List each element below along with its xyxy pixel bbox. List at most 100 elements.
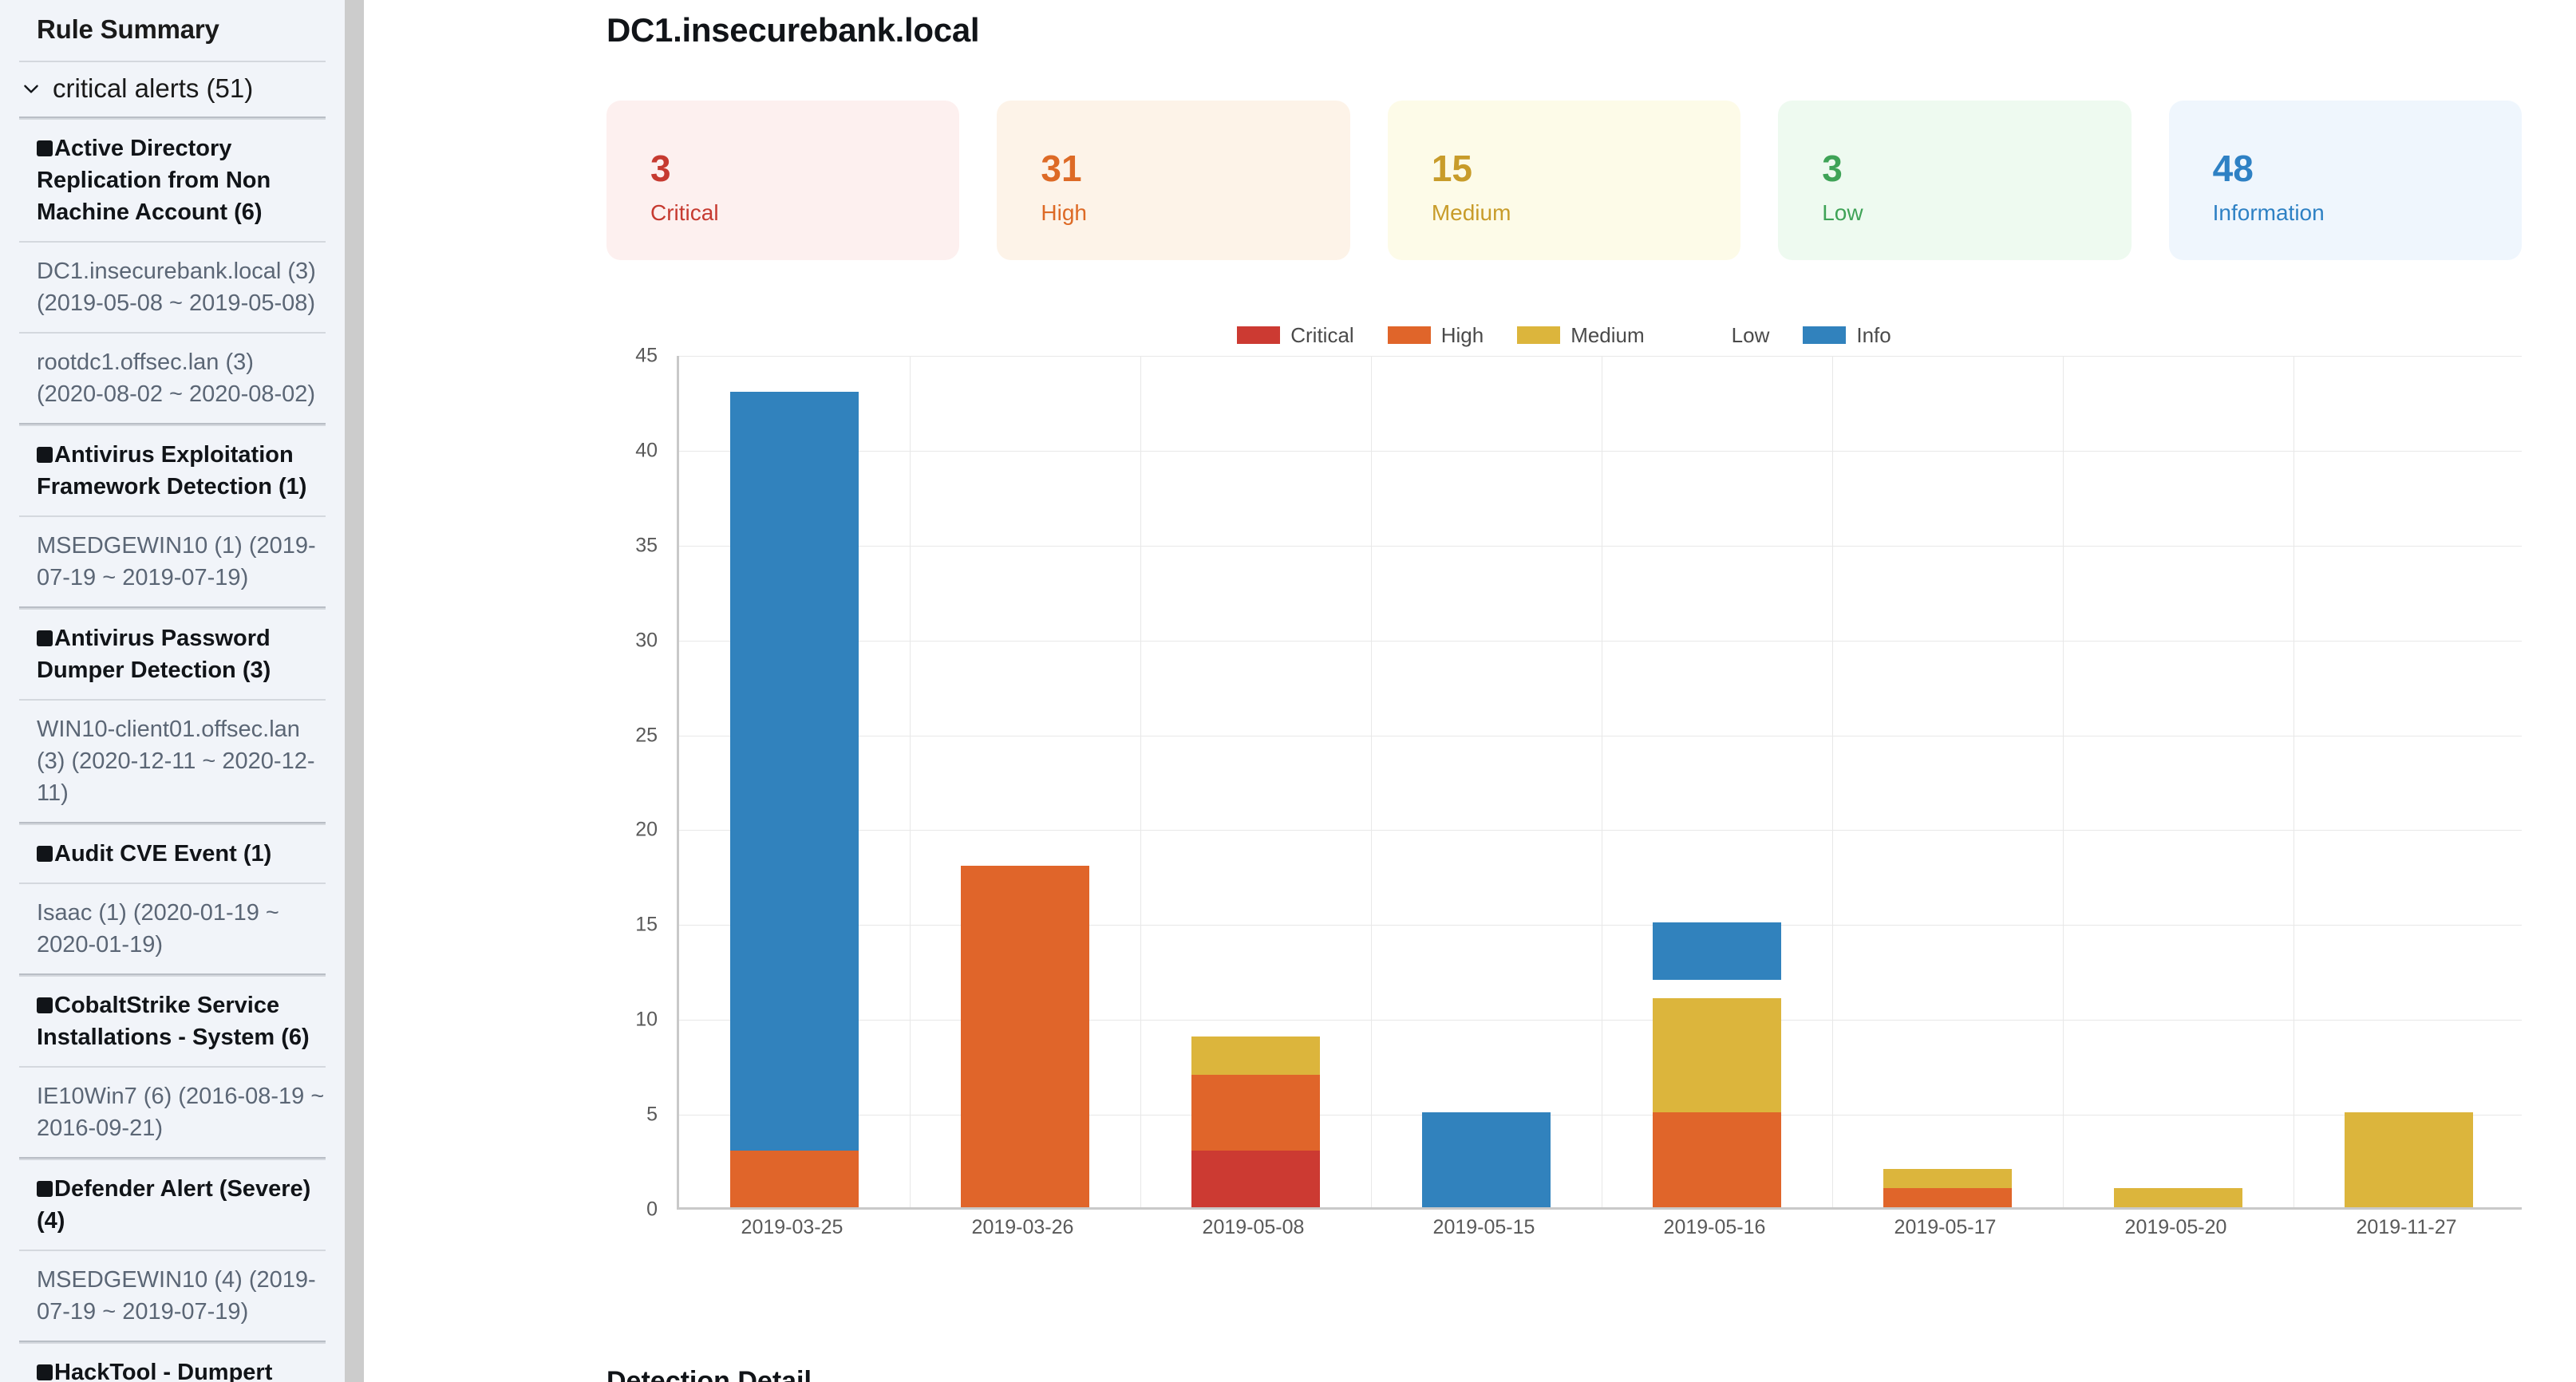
x-axis-tick-label: 2019-05-17 <box>1894 1216 1997 1238</box>
y-axis-tick-label: 35 <box>635 534 658 557</box>
stat-card-medium[interactable]: 15 Medium <box>1387 101 1741 260</box>
stacked-bar[interactable] <box>1421 1112 1551 1207</box>
stacked-bar[interactable] <box>1883 1131 2013 1207</box>
stacked-bar[interactable] <box>2344 1112 2474 1207</box>
stat-card-value: 3 <box>650 148 671 189</box>
square-bullet-icon <box>37 1181 53 1198</box>
sidebar-host-item[interactable]: rootdc1.offsec.lan (3) (2020-08-02 ~ 202… <box>19 334 326 423</box>
chevron-down-icon <box>21 78 41 99</box>
sidebar-host-item[interactable]: DC1.insecurebank.local (3) (2019-05-08 ~… <box>19 243 326 332</box>
stat-card-label: Low <box>1822 200 1863 225</box>
sidebar-rule-label: Active Directory Replication from Non Ma… <box>37 136 271 226</box>
x-axis-tick-label: 2019-05-08 <box>1202 1216 1305 1238</box>
y-axis-tick-label: 15 <box>635 913 658 936</box>
sidebar-entry-list: Active Directory Replication from Non Ma… <box>19 120 326 1382</box>
bar-segment-info[interactable] <box>729 391 859 1151</box>
sidebar-rule-label: HackTool - Dumpert Process Dumper Defaul… <box>54 1360 273 1382</box>
bar-segment-high[interactable] <box>729 1150 859 1207</box>
x-axis-tick-label: 2019-05-15 <box>1432 1216 1535 1238</box>
sidebar-host-item[interactable]: MSEDGEWIN10 (1) (2019-07-19 ~ 2019-07-19… <box>19 517 326 606</box>
sidebar-host-label: MSEDGEWIN10 (1) (2019-07-19 ~ 2019-07-19… <box>37 533 316 591</box>
chart-legend: Critical High Medium Low Info <box>606 319 2522 351</box>
sidebar-rule-item[interactable]: HackTool - Dumpert Process Dumper Defaul… <box>19 1344 326 1382</box>
legend-item-high[interactable]: High <box>1387 323 1484 348</box>
bar-segment-info[interactable] <box>1421 1112 1551 1207</box>
y-axis-tick-label: 25 <box>635 724 658 747</box>
sidebar-scrollbar[interactable] <box>345 0 364 1382</box>
vertical-gridline <box>1832 356 1833 1207</box>
x-axis-tick-label: 2019-11-27 <box>2356 1216 2457 1238</box>
sidebar-host-item[interactable]: MSEDGEWIN10 (4) (2019-07-19 ~ 2019-07-19… <box>19 1251 326 1341</box>
y-axis-tick-label: 45 <box>635 344 658 367</box>
bar-segment-medium[interactable] <box>2344 1112 2474 1207</box>
bar-segment-low[interactable] <box>1653 980 1782 999</box>
sidebar-rule-label: Antivirus Exploitation Framework Detecti… <box>37 442 307 500</box>
square-bullet-icon <box>37 997 53 1014</box>
sidebar-host-item[interactable]: WIN10-client01.offsec.lan (3) (2020-12-1… <box>19 701 326 822</box>
y-axis-tick-label: 40 <box>635 439 658 462</box>
sidebar-host-label: MSEDGEWIN10 (4) (2019-07-19 ~ 2019-07-19… <box>37 1267 316 1325</box>
legend-swatch-icon <box>1387 326 1431 344</box>
sidebar-rule-label: CobaltStrike Service Installations - Sys… <box>37 993 310 1051</box>
bar-segment-high[interactable] <box>1883 1188 2013 1207</box>
bar-segment-low[interactable] <box>1883 1131 2013 1170</box>
stat-card-label: Critical <box>650 200 719 225</box>
sidebar-host-label: rootdc1.offsec.lan (3) (2020-08-02 ~ 202… <box>37 349 316 408</box>
sidebar-rule-item[interactable]: Active Directory Replication from Non Ma… <box>19 120 326 241</box>
stat-card-label: High <box>1041 200 1087 225</box>
stacked-bar[interactable] <box>729 391 859 1207</box>
vertical-gridline <box>910 356 911 1207</box>
sidebar-group-critical-alerts[interactable]: critical alerts (51) <box>19 62 326 116</box>
sidebar-group-label: critical alerts (51) <box>53 73 254 103</box>
stat-card-information[interactable]: 48 Information <box>2168 101 2523 260</box>
sidebar-rule-item[interactable]: CobaltStrike Service Installations - Sys… <box>19 977 326 1066</box>
severity-stat-cards: 3 Critical 31 High 15 Medium 3 Low 48 Information <box>606 101 2523 260</box>
sidebar-rule-label: Defender Alert (Severe) (4) <box>37 1176 311 1234</box>
legend-item-low[interactable]: Low <box>1678 323 1770 348</box>
legend-swatch-icon <box>1678 326 1721 344</box>
stat-card-critical[interactable]: 3 Critical <box>606 101 960 260</box>
bar-segment-critical[interactable] <box>1191 1150 1321 1207</box>
main-content: DC1.insecurebank.local 3 Critical 31 High 15… <box>364 0 2576 1382</box>
sidebar-rule-label: Antivirus Password Dumper Detection (3) <box>37 626 271 684</box>
y-axis-tick-label: 10 <box>635 1008 658 1031</box>
square-bullet-icon <box>37 630 53 647</box>
horizontal-gridline <box>679 640 2522 642</box>
sidebar-host-item[interactable]: IE10Win7 (6) (2016-08-19 ~ 2016-09-21) <box>19 1068 326 1157</box>
sidebar-host-item[interactable]: Isaac (1) (2020-01-19 ~ 2020-01-19) <box>19 884 326 973</box>
square-bullet-icon <box>37 846 53 863</box>
sidebar-host-label: WIN10-client01.offsec.lan (3) (2020-12-1… <box>37 717 315 807</box>
x-axis-tick-label: 2019-05-20 <box>2124 1216 2227 1238</box>
stat-card-low[interactable]: 3 Low <box>1778 101 2132 260</box>
stat-card-value: 3 <box>1822 148 1843 189</box>
legend-swatch-icon <box>1237 326 1281 344</box>
bar-segment-high[interactable] <box>960 866 1090 1207</box>
bar-segment-medium[interactable] <box>2113 1188 2243 1207</box>
bar-segment-high[interactable] <box>1191 1074 1321 1151</box>
bar-segment-high[interactable] <box>1652 1112 1782 1207</box>
bar-segment-medium[interactable] <box>1652 998 1782 1113</box>
chart-y-axis: 0 5 10 15 20 25 30 35 40 45 <box>606 345 669 1221</box>
y-axis-tick-label: 0 <box>646 1198 658 1221</box>
legend-label: Info <box>1856 322 1891 347</box>
rule-summary-sidebar[interactable]: Rule Summary critical alerts (51) Active… <box>0 0 345 1382</box>
horizontal-gridline <box>679 450 2522 452</box>
stacked-bar[interactable] <box>1191 1036 1321 1207</box>
sidebar-rule-item[interactable]: Audit CVE Event (1) <box>19 825 326 883</box>
bar-segment-medium[interactable] <box>1191 1036 1321 1075</box>
stacked-bar[interactable] <box>1652 922 1782 1207</box>
stat-card-high[interactable]: 31 High <box>997 101 1350 260</box>
bar-segment-info[interactable] <box>1652 922 1782 980</box>
stacked-bar[interactable] <box>960 866 1090 1207</box>
legend-label: Low <box>1731 322 1770 347</box>
sidebar-rule-item[interactable]: Antivirus Password Dumper Detection (3) <box>19 610 326 699</box>
stacked-bar[interactable] <box>2113 1188 2243 1207</box>
legend-item-medium[interactable]: Medium <box>1517 323 1645 348</box>
sidebar-rule-item[interactable]: Defender Alert (Severe) (4) <box>19 1160 326 1250</box>
bar-segment-medium[interactable] <box>1883 1169 2013 1189</box>
sidebar-host-label: IE10Win7 (6) (2016-08-19 ~ 2016-09-21) <box>37 1084 325 1142</box>
sidebar-rule-item[interactable]: Antivirus Exploitation Framework Detecti… <box>19 426 326 515</box>
vertical-gridline <box>1371 356 1372 1207</box>
legend-item-critical[interactable]: Critical <box>1237 323 1354 348</box>
legend-item-info[interactable]: Info <box>1803 323 1891 348</box>
